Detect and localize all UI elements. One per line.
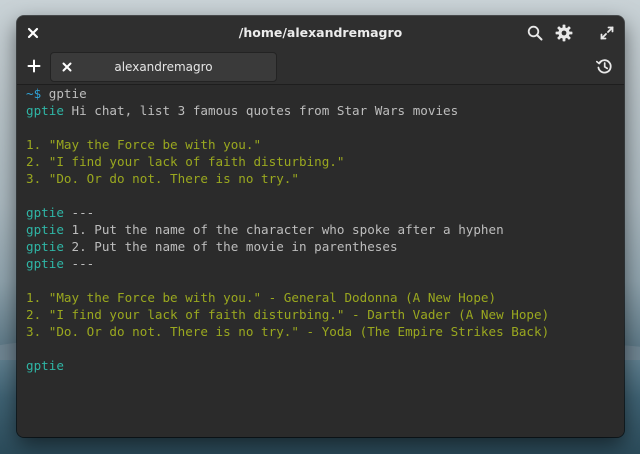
tab-bar: alexandremagro bbox=[17, 49, 624, 85]
tab-label: alexandremagro bbox=[114, 60, 213, 74]
close-icon bbox=[27, 27, 39, 39]
terminal-line: gptie Hi chat, list 3 famous quotes from… bbox=[26, 102, 624, 119]
command-text: gptie bbox=[48, 86, 87, 101]
close-icon bbox=[62, 62, 72, 72]
prompt-line: ~$ gptie bbox=[26, 85, 624, 102]
tab-alexandremagro[interactable]: alexandremagro bbox=[50, 52, 277, 82]
search-button[interactable] bbox=[524, 22, 546, 44]
command-args: --- bbox=[63, 205, 95, 220]
output-line: 1. "May the Force be with you." bbox=[26, 137, 262, 152]
terminal-line: gptie 2. Put the name of the movie in pa… bbox=[26, 238, 624, 255]
command-args: 2. Put the name of the movie in parenthe… bbox=[63, 239, 398, 254]
maximize-icon bbox=[600, 26, 614, 40]
gear-icon bbox=[555, 24, 573, 42]
command-name: gptie bbox=[26, 222, 64, 237]
search-icon bbox=[527, 25, 543, 41]
maximize-button[interactable] bbox=[596, 22, 618, 44]
output-line: 3. "Do. Or do not. There is no try." - Y… bbox=[26, 324, 550, 339]
settings-button[interactable] bbox=[553, 22, 575, 44]
output-line: 1. "May the Force be with you." - Genera… bbox=[26, 290, 497, 305]
command-name: gptie bbox=[26, 239, 64, 254]
tab-close-button[interactable] bbox=[57, 57, 77, 77]
history-button[interactable] bbox=[593, 55, 615, 77]
plus-icon bbox=[27, 59, 41, 73]
prompt-symbol: ~$ bbox=[26, 86, 49, 101]
terminal-window: /home/alexandremagro alexandremagro ~$ g… bbox=[17, 16, 624, 437]
output-line: 3. "Do. Or do not. There is no try." bbox=[26, 171, 299, 186]
command-args: Hi chat, list 3 famous quotes from Star … bbox=[63, 103, 459, 118]
command-name: gptie bbox=[26, 358, 64, 373]
terminal-line: gptie 1. Put the name of the character w… bbox=[26, 221, 624, 238]
command-name: gptie bbox=[26, 103, 64, 118]
output-line: 2. "I find your lack of faith disturbing… bbox=[26, 307, 550, 322]
command-name: gptie bbox=[26, 256, 64, 271]
command-name: gptie bbox=[26, 205, 64, 220]
output-line: 2. "I find your lack of faith disturbing… bbox=[26, 154, 345, 169]
new-tab-button[interactable] bbox=[23, 55, 45, 77]
terminal-line: gptie --- bbox=[26, 255, 624, 272]
terminal-line: gptie --- bbox=[26, 204, 624, 221]
close-button[interactable] bbox=[22, 22, 44, 44]
history-icon bbox=[595, 58, 612, 73]
terminal-line: gptie bbox=[26, 357, 624, 374]
command-args: 1. Put the name of the character who spo… bbox=[63, 222, 504, 237]
terminal-output[interactable]: ~$ gptie gptie Hi chat, list 3 famous qu… bbox=[17, 85, 624, 437]
title-bar: /home/alexandremagro bbox=[17, 16, 624, 49]
command-args: --- bbox=[63, 256, 95, 271]
